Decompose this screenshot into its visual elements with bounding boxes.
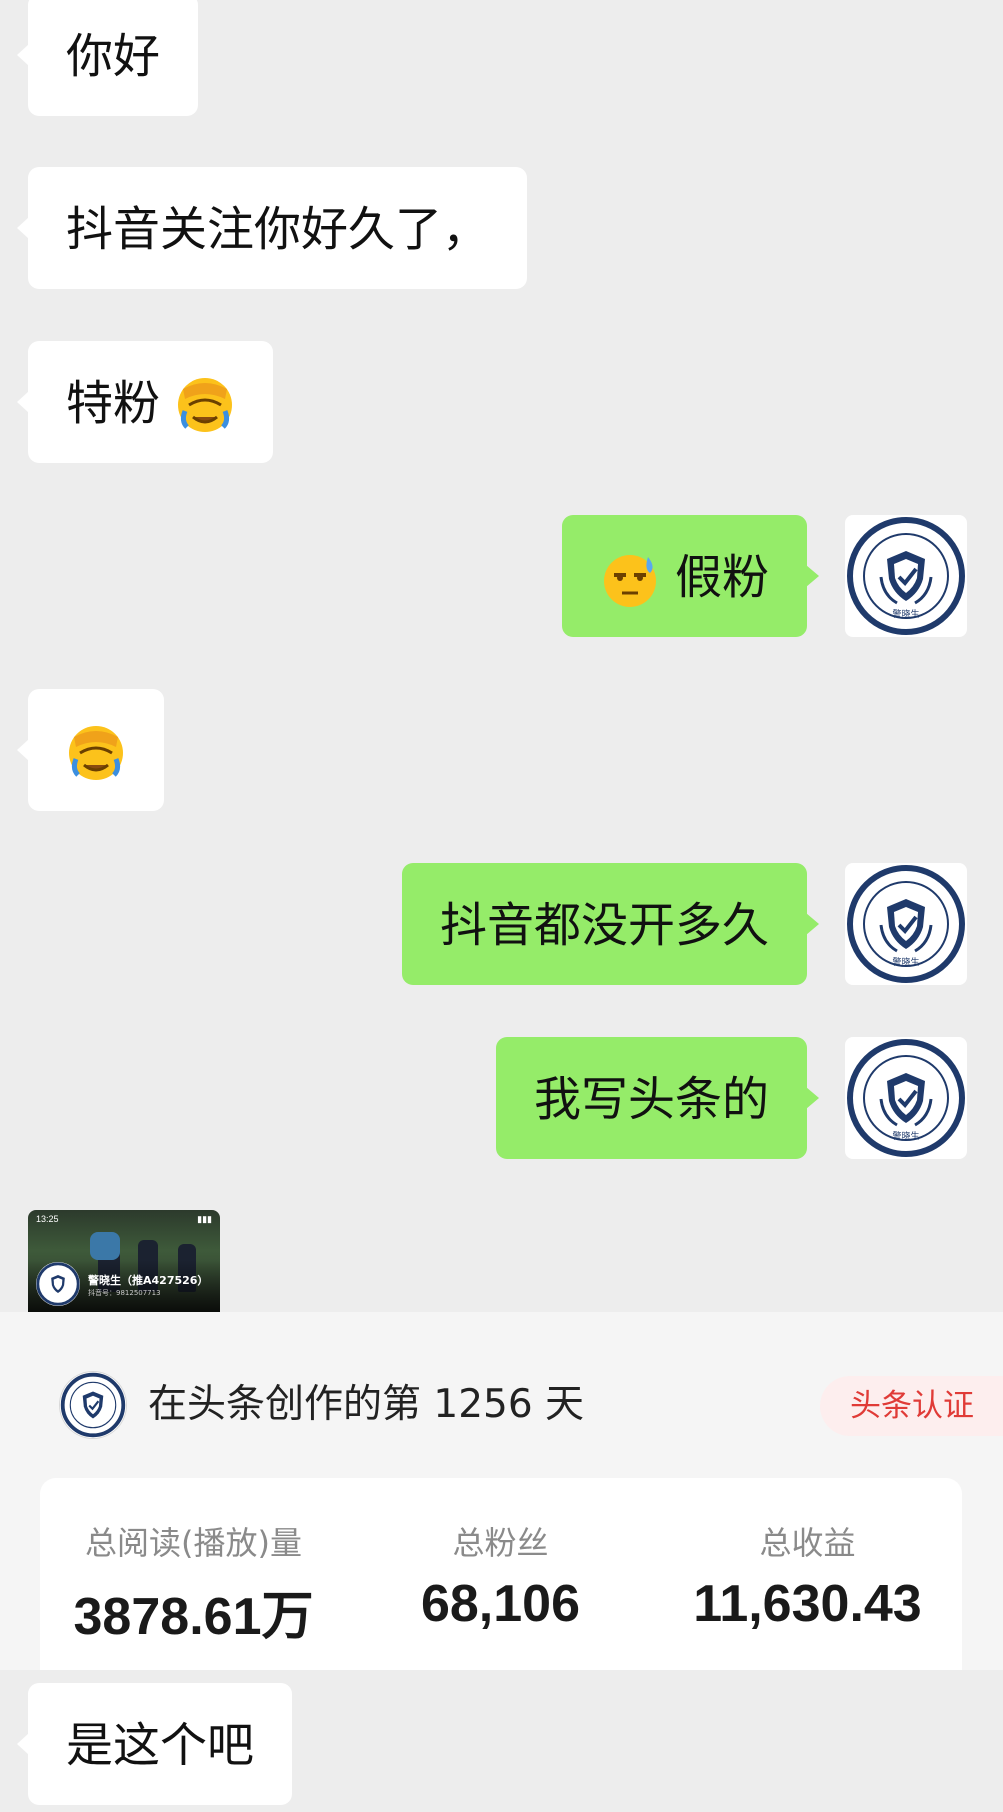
svg-text:警晓生: 警晓生 (892, 1130, 919, 1142)
stat-total-followers: 总粉丝 68,106 (347, 1478, 654, 1670)
stat-value: 3878.61万 (73, 1588, 314, 1646)
stat-total-reads: 总阅读(播放)量 3878.61万 (40, 1478, 347, 1670)
message-text: 抖音关注你好久了， (66, 202, 489, 258)
creation-days-text: 在头条创作的第 1256 天 (148, 1382, 585, 1427)
message-text: 特粉 (66, 376, 160, 432)
stat-label: 总粉丝 (452, 1524, 549, 1562)
message-text: 是这个吧 (66, 1718, 254, 1774)
svg-text:警晓生: 警晓生 (892, 608, 919, 620)
stat-label: 总阅读(播放)量 (85, 1524, 302, 1562)
thumbnail-profile-name: 警晓生（推A427526） (88, 1274, 209, 1287)
message-bubble-incoming[interactable]: 抖音关注你好久了， (17, 167, 527, 289)
thumbnail-avatar (36, 1262, 80, 1306)
message-text: 抖音都没开多久 (440, 898, 769, 954)
facepalm-crying-emoji (66, 723, 126, 783)
facepalm-crying-emoji (175, 375, 235, 435)
photo-backpack (90, 1232, 120, 1260)
message-bubble-incoming[interactable] (17, 689, 164, 811)
toutiao-cert-badge: 头条认证 (820, 1376, 1003, 1436)
stat-label: 总收益 (759, 1524, 856, 1562)
thumbnail-profile-sub: 抖音号：9812507713 (88, 1289, 161, 1297)
avatar[interactable]: 警晓生 (845, 863, 967, 985)
toutiao-stats-card[interactable]: 在头条创作的第 1256 天 头条认证 总阅读(播放)量 3878.61万 总粉… (0, 1312, 1003, 1670)
message-text: 假粉 (675, 550, 769, 606)
thumbnail-status-bar: 13:25 ▮▮▮ (36, 1214, 212, 1224)
message-text: 我写头条的 (534, 1072, 769, 1128)
message-text: 你好 (66, 29, 160, 85)
card-avatar (60, 1372, 126, 1438)
sweat-smile-emoji (600, 549, 660, 609)
avatar[interactable]: 警晓生 (845, 1037, 967, 1159)
message-bubble-outgoing[interactable]: 抖音都没开多久 (402, 863, 819, 985)
image-message-thumbnail[interactable]: 13:25 ▮▮▮ 警晓生（推A427526） 抖音号：9812507713 (28, 1210, 220, 1312)
card-header: 在头条创作的第 1256 天 头条认证 (0, 1312, 1003, 1482)
message-bubble-outgoing[interactable]: 假粉 (562, 515, 819, 637)
stats-panel: 总阅读(播放)量 3878.61万 总粉丝 68,106 总收益 11,630.… (40, 1478, 962, 1670)
stat-value: 68,106 (420, 1575, 581, 1633)
svg-text:警晓生: 警晓生 (892, 956, 919, 968)
avatar[interactable]: 警晓生 (845, 515, 967, 637)
stat-value: 11,630.43 (693, 1575, 922, 1633)
chat-screen: 你好 抖音关注你好久了， 特粉 假粉 警晓生 抖音都没开多久 警晓生 我写头条的… (0, 0, 1003, 1812)
message-bubble-outgoing[interactable]: 我写头条的 (496, 1037, 819, 1159)
stat-total-earnings: 总收益 11,630.43 (654, 1478, 961, 1670)
message-bubble-incoming[interactable]: 是这个吧 (17, 1683, 292, 1805)
message-bubble-incoming[interactable]: 你好 (17, 0, 198, 116)
message-bubble-incoming[interactable]: 特粉 (17, 341, 273, 463)
